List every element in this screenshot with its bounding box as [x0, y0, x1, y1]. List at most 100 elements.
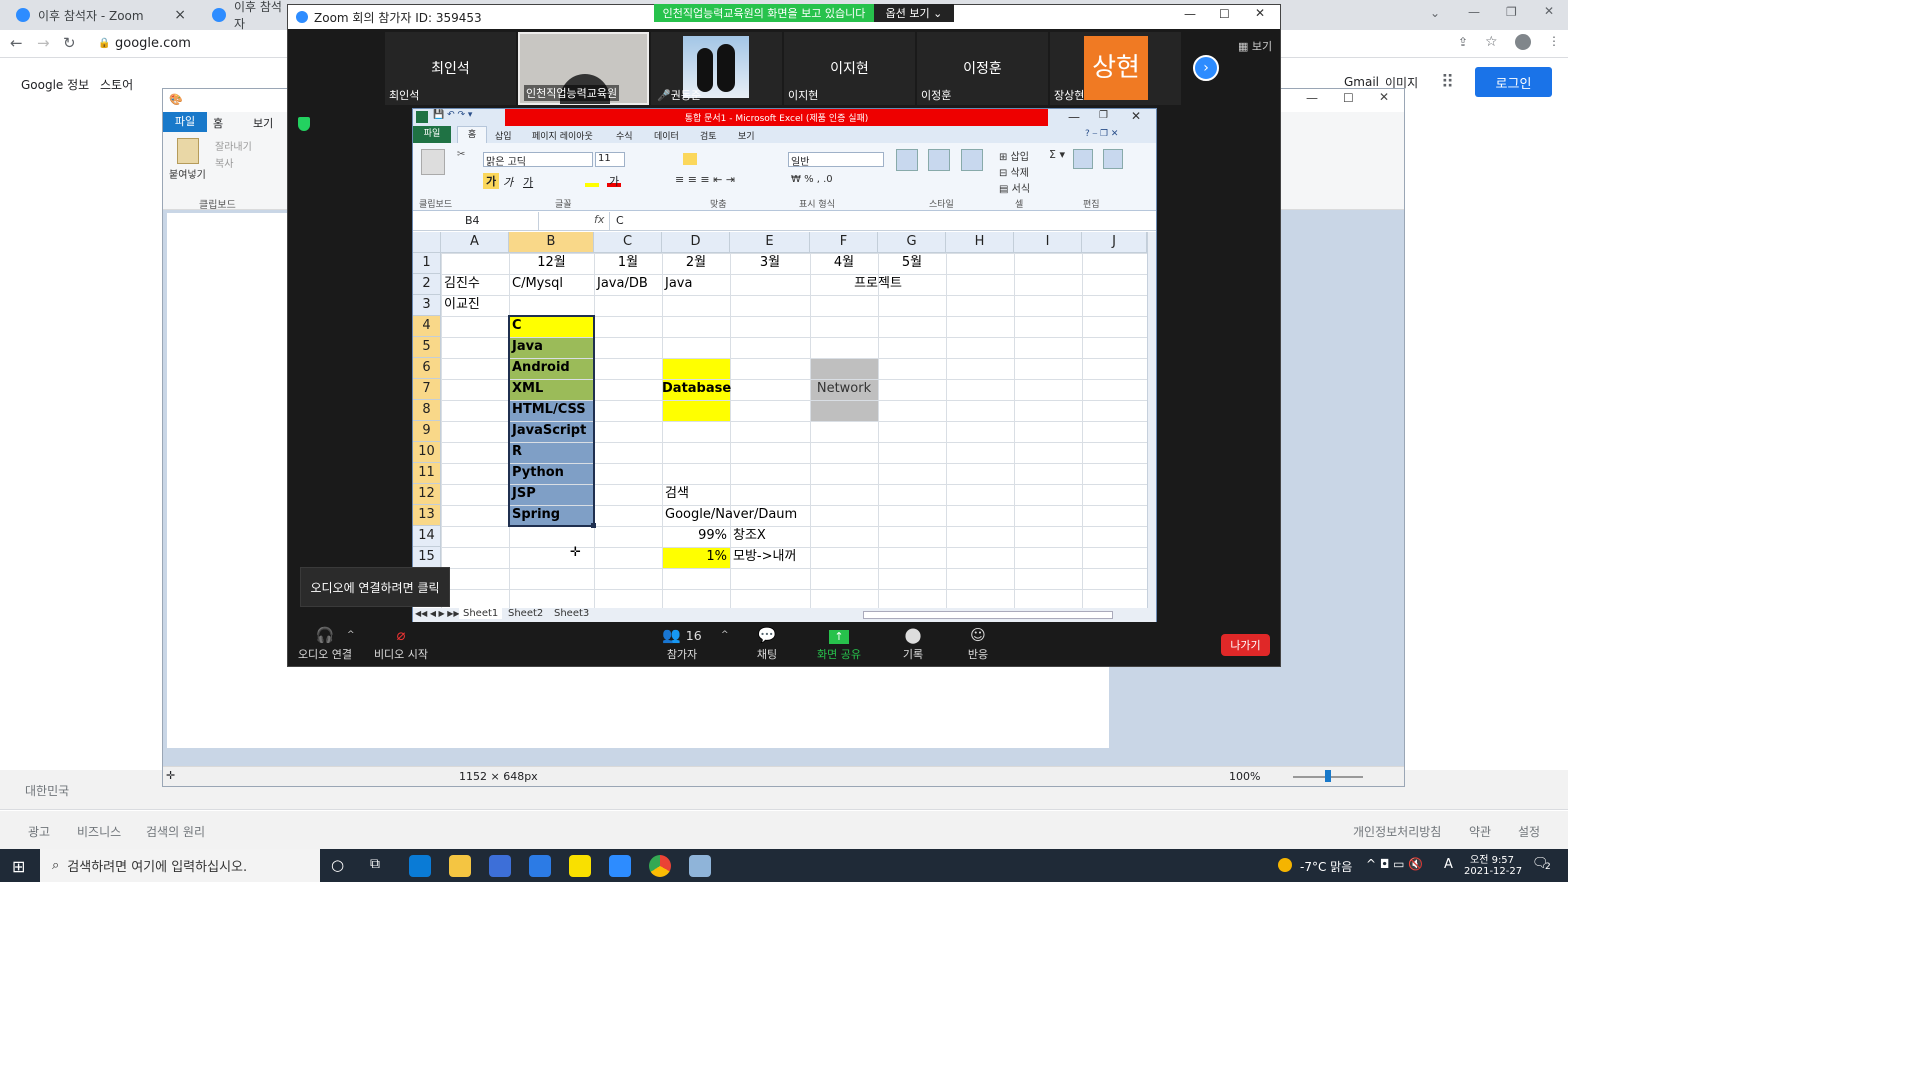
video-start-button[interactable]: ⌀ 비디오 시작: [366, 626, 436, 662]
next-page-icon[interactable]: ›: [1193, 55, 1219, 81]
align-icons[interactable]: ≡ ≡ ≡ ⇤ ⇥: [675, 173, 735, 186]
cell-f2[interactable]: 프로젝트: [810, 274, 946, 295]
cell-f7[interactable]: Network: [810, 379, 878, 400]
cell-style-icon[interactable]: [961, 149, 983, 171]
google-store-link[interactable]: 스토어: [100, 76, 133, 93]
sheet-nav-icon[interactable]: ◀◀ ◀ ▶ ▶▶: [415, 609, 460, 618]
excel-view-tab[interactable]: 보기: [738, 129, 755, 142]
participant-tile[interactable]: 최인석 최인석: [385, 32, 516, 105]
participant-tile[interactable]: 🎤권동준: [651, 32, 782, 105]
row-header[interactable]: 4: [413, 316, 441, 337]
column-header[interactable]: C: [594, 232, 662, 253]
view-options-button[interactable]: 옵션 보기 ⌄: [874, 4, 954, 22]
cell-d15[interactable]: 1%: [662, 547, 727, 568]
cell-d14[interactable]: 99%: [662, 526, 727, 547]
sheet-tab[interactable]: Sheet2: [508, 608, 543, 619]
excel-formula-tab[interactable]: 수식: [616, 129, 633, 142]
windows-start-icon[interactable]: ⊞: [12, 857, 25, 876]
excel-restore-icon[interactable]: ❐: [1099, 110, 1108, 121]
minimize-icon[interactable]: —: [1468, 5, 1480, 19]
footer-link[interactable]: 비즈니스: [77, 823, 121, 840]
close-window-icon[interactable]: ✕: [1544, 4, 1554, 18]
forward-icon[interactable]: →: [37, 34, 50, 52]
column-header[interactable]: A: [441, 232, 509, 253]
number-format-select[interactable]: 일반: [788, 152, 884, 168]
font-size-select[interactable]: 11: [595, 152, 625, 167]
audio-options-caret-icon[interactable]: ^: [347, 630, 355, 640]
cell-e15[interactable]: 모방->내꺼: [733, 547, 796, 568]
footer-link[interactable]: 검색의 원리: [146, 823, 205, 840]
find-select-icon[interactable]: [1103, 149, 1123, 169]
zoom-minimize-icon[interactable]: —: [1184, 7, 1196, 21]
paint-home-tab[interactable]: 홈: [213, 115, 223, 131]
name-box[interactable]: B4: [413, 212, 539, 230]
row-header[interactable]: 11: [413, 463, 441, 484]
excel-file-tab[interactable]: 파일: [413, 126, 451, 143]
zoom-close-icon[interactable]: ✕: [1255, 6, 1265, 20]
font-color-icon[interactable]: 가: [607, 173, 621, 188]
excel-minimize-icon[interactable]: —: [1068, 110, 1080, 124]
cell-e1[interactable]: 3월: [730, 253, 810, 274]
excel-close-icon[interactable]: ✕: [1131, 109, 1141, 123]
cell-d7[interactable]: Database: [662, 379, 731, 400]
cell-a2[interactable]: 김진수: [444, 274, 480, 295]
profile-icon[interactable]: [1515, 34, 1531, 50]
browser-tab[interactable]: 이후 참석자: [202, 0, 292, 31]
paint-maximize-icon[interactable]: ☐: [1343, 91, 1354, 105]
cell-b1[interactable]: 12월: [509, 253, 594, 274]
store-icon[interactable]: [489, 855, 511, 877]
chat-button[interactable]: 💬 채팅: [732, 626, 802, 662]
excel-insert-tab[interactable]: 삽입: [495, 129, 512, 142]
signin-button[interactable]: 로그인: [1475, 67, 1552, 97]
paint-close-icon[interactable]: ✕: [1379, 90, 1389, 104]
column-header[interactable]: J: [1082, 232, 1147, 253]
view-button[interactable]: ▦ 보기: [1238, 38, 1272, 54]
row-header[interactable]: 15: [413, 547, 441, 568]
restore-icon[interactable]: ❐: [1506, 5, 1517, 19]
taskbar-search[interactable]: ⌕ 검색하려면 여기에 입력하십시오.: [40, 849, 320, 882]
row-header[interactable]: 14: [413, 526, 441, 547]
row-header[interactable]: 9: [413, 421, 441, 442]
participant-tile-active[interactable]: 인천직업능력교육원: [518, 32, 649, 105]
cell-g1[interactable]: 5월: [878, 253, 946, 274]
row-header[interactable]: 3: [413, 295, 441, 316]
row-header[interactable]: 12: [413, 484, 441, 505]
leave-button[interactable]: 나가기: [1221, 634, 1270, 656]
autosum-icon[interactable]: Σ ▾: [1049, 148, 1065, 161]
row-header[interactable]: 7: [413, 379, 441, 400]
footer-link[interactable]: 설정: [1518, 823, 1540, 840]
fill-handle[interactable]: [591, 523, 596, 528]
italic-icon[interactable]: 가: [503, 174, 513, 190]
column-header[interactable]: G: [878, 232, 946, 253]
footer-link[interactable]: 광고: [28, 823, 50, 840]
zoom-maximize-icon[interactable]: ☐: [1219, 7, 1230, 21]
cell-c1[interactable]: 1월: [594, 253, 662, 274]
ime-indicator[interactable]: A: [1444, 857, 1453, 872]
vertical-scrollbar[interactable]: [1147, 232, 1156, 608]
quick-access-icon[interactable]: 💾 ↶ ↷ ▾: [433, 110, 472, 120]
row-header[interactable]: 1: [413, 253, 441, 274]
tab-search-icon[interactable]: ⌄: [1430, 6, 1440, 20]
weather-sun-icon[interactable]: [1278, 858, 1292, 872]
paste-label[interactable]: 붙여넣기: [169, 166, 206, 181]
record-button[interactable]: ⬤ 기록: [878, 626, 948, 662]
font-name-select[interactable]: 맑은 고딕: [483, 152, 593, 168]
file-explorer-icon[interactable]: [449, 855, 471, 877]
paint-minimize-icon[interactable]: —: [1306, 91, 1318, 105]
paint-taskbar-icon[interactable]: [689, 855, 711, 877]
cell-f1[interactable]: 4월: [810, 253, 878, 274]
participants-caret-icon[interactable]: ^: [721, 630, 729, 640]
cell-d13[interactable]: Google/Naver/Daum: [665, 505, 797, 526]
apps-grid-icon[interactable]: ⠿: [1441, 72, 1454, 93]
number-icons[interactable]: ₩ % , .0: [791, 174, 833, 185]
copy-button[interactable]: 복사: [215, 155, 233, 170]
kakaotalk-icon[interactable]: [569, 855, 591, 877]
mail-icon[interactable]: [529, 855, 551, 877]
column-header[interactable]: I: [1014, 232, 1082, 253]
conditional-format-icon[interactable]: [896, 149, 918, 171]
cell-b2[interactable]: C/Mysql: [512, 274, 563, 295]
cut-icon[interactable]: ✂: [457, 149, 465, 160]
cortana-icon[interactable]: ○: [331, 856, 344, 874]
reload-icon[interactable]: ↻: [63, 34, 76, 52]
cell-d2[interactable]: Java: [665, 274, 692, 295]
